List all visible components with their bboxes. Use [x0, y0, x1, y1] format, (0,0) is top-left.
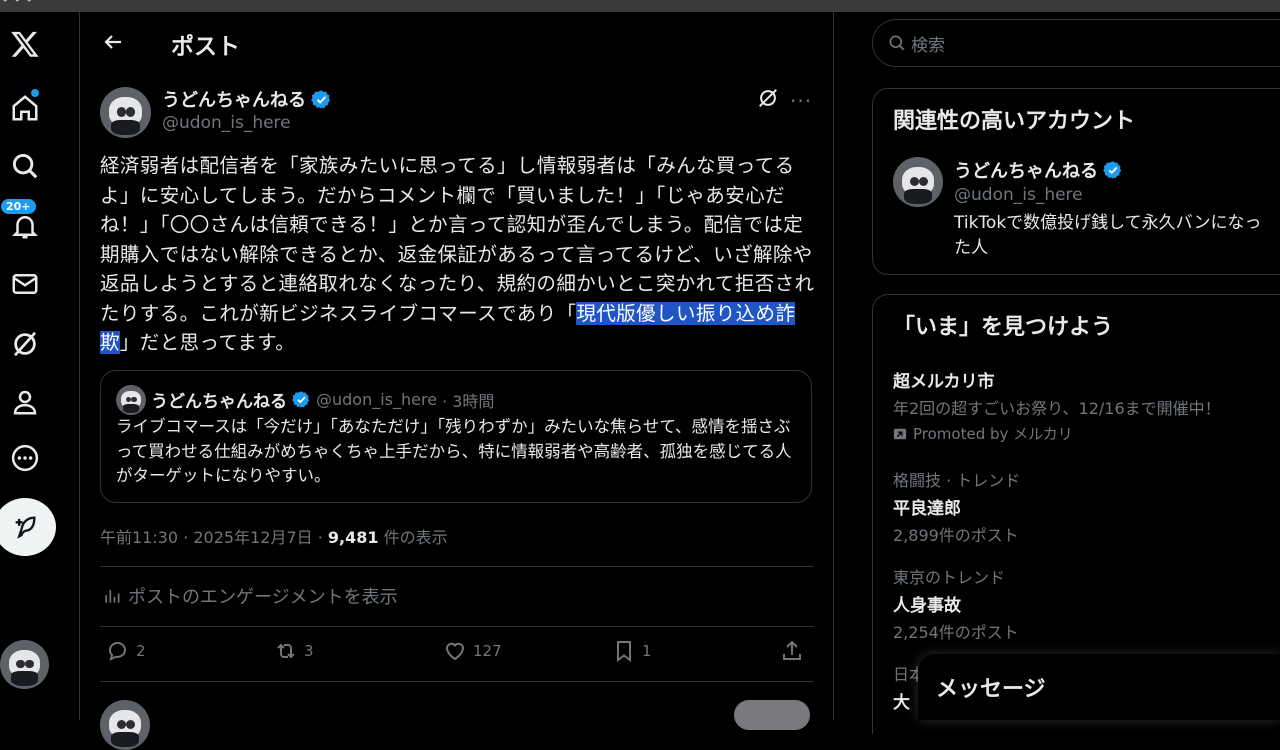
notifications-badge: 20+ — [0, 198, 37, 215]
trend-item[interactable]: 格闘技 · トレンド 平良達郎 2,899件のポスト — [893, 467, 1280, 546]
relevant-accounts-title: 関連性の高いアカウント — [893, 109, 1136, 134]
x-logo-icon[interactable] — [0, 22, 50, 66]
home-icon[interactable] — [0, 86, 50, 130]
post-detail-column: ポスト うどんちゃんねる @udon_is_here ··· 経済弱者は配信者を… — [81, 12, 834, 750]
search-box[interactable]: 検索 — [872, 19, 1280, 67]
bookmark-button[interactable]: 1 — [612, 639, 652, 663]
trends-title: 「いま」を見つけよう — [893, 315, 1114, 340]
promoted-by-text: Promoted by メルカリ — [913, 425, 1073, 443]
reply-count: 2 — [136, 642, 146, 660]
author-avatar[interactable] — [100, 87, 151, 138]
reply-submit-button[interactable] — [734, 700, 810, 730]
repost-button[interactable]: 3 — [274, 639, 314, 663]
bookmark-count: 1 — [642, 642, 652, 660]
quoted-post[interactable]: うどんちゃんねる @udon_is_here · 3時間 ライブコマースは「今だ… — [100, 370, 812, 503]
trend-description: 年2回の超すごいお祭り、12/16まで開催中！ — [893, 399, 1221, 418]
trend-item[interactable]: 超メルカリ市 年2回の超すごいお祭り、12/16まで開催中！ Promoted … — [893, 367, 1280, 444]
relevant-account-name-text[interactable]: うどんちゃんねる — [954, 157, 1098, 183]
bio-line-1: TikTokで数億投げ銭して永久バンになっ — [954, 213, 1262, 233]
page-title: ポスト — [171, 34, 240, 60]
feather-plus-icon — [15, 516, 36, 539]
post-text: 経済弱者は配信者を「家族みたいに思ってる」し情報弱者は「みんな買ってるよ」に安心… — [100, 151, 816, 358]
quote-author-avatar — [116, 385, 146, 415]
share-button[interactable] — [780, 639, 804, 663]
repost-count: 3 — [304, 642, 314, 660]
author-name-text[interactable]: うどんちゃんねる — [162, 86, 306, 112]
trend-post-count: 2,254件のポスト — [893, 623, 1019, 642]
post-meta: 午前11:30 · 2025年12月7日 · 9,481 件の表示 — [100, 524, 448, 548]
quote-time: · 3時間 — [442, 391, 495, 411]
right-sidebar: 検索 関連性の高いアカウント うどんちゃんねる @udon_is_here Ti… — [834, 12, 1280, 734]
home-notification-dot — [31, 89, 39, 97]
like-count: 127 — [473, 642, 502, 660]
author-handle[interactable]: @udon_is_here — [162, 113, 291, 133]
more-options-icon[interactable]: ··· — [790, 89, 812, 113]
post-timestamp[interactable]: 午前11:30 · 2025年12月7日 · — [100, 528, 328, 547]
promoted-label: Promoted by メルカリ — [893, 423, 1280, 444]
messages-drawer[interactable]: メッセージ — [918, 654, 1280, 720]
mail-icon[interactable] — [0, 262, 50, 306]
more-circle-icon[interactable] — [0, 436, 50, 480]
trend-name: 超メルカリ市 — [893, 372, 995, 392]
post-actions: 2 3 127 1 — [100, 639, 814, 669]
heart-icon — [445, 642, 465, 661]
quote-author-name: うどんちゃんねる — [151, 392, 287, 412]
verified-badge-icon — [1103, 160, 1123, 180]
notifications-bell-icon[interactable]: 20+ — [0, 198, 50, 248]
author-name[interactable]: うどんちゃんねる — [162, 86, 332, 112]
trend-category: 東京のトレンド — [893, 568, 1006, 587]
back-arrow-icon[interactable] — [101, 30, 125, 54]
profile-icon[interactable] — [0, 380, 50, 424]
search-placeholder[interactable]: 検索 — [911, 31, 945, 56]
account-avatar[interactable] — [0, 640, 49, 689]
view-engagement-label[interactable]: ポストのエンゲージメントを表示 — [128, 583, 398, 609]
search-icon — [889, 35, 905, 51]
grok-explain-icon[interactable] — [757, 87, 779, 109]
relevant-account-bio: TikTokで数億投げ銭して永久バンになっ た人 — [954, 211, 1280, 261]
like-button[interactable]: 127 — [443, 639, 502, 663]
view-count-label: 件の表示 — [378, 528, 448, 547]
relevant-accounts-card: 関連性の高いアカウント うどんちゃんねる @udon_is_here TikTo… — [872, 88, 1280, 275]
view-count: 9,481 — [327, 528, 379, 547]
divider — [100, 626, 814, 627]
quote-header: うどんちゃんねる @udon_is_here · 3時間 — [151, 387, 494, 412]
trend-category: 格闘技 · トレンド — [893, 471, 1021, 490]
reply-composer-avatar — [100, 700, 150, 750]
relevant-account-name[interactable]: うどんちゃんねる — [954, 157, 1123, 183]
view-engagement-link[interactable]: ポストのエンゲージメントを表示 — [102, 583, 398, 609]
divider — [100, 566, 814, 567]
trend-post-count: 2,899件のポスト — [893, 526, 1019, 545]
quote-text: ライブコマースは「今だけ」「あなただけ」「残りわずか」みたいな焦らせて、感情を揺… — [116, 417, 792, 485]
window-top-bar: • • • — [0, 0, 1280, 12]
post-text-part-end: 」だと思ってます。 — [119, 331, 296, 354]
quote-author-handle: @udon_is_here — [316, 390, 438, 409]
messages-drawer-title[interactable]: メッセージ — [936, 671, 1046, 703]
relevant-account-avatar[interactable] — [893, 157, 943, 207]
share-icon — [783, 640, 801, 660]
trend-name: 平良達郎 — [893, 499, 961, 519]
reply-button[interactable]: 2 — [106, 639, 146, 663]
analytics-icon — [105, 590, 120, 603]
bookmark-icon — [617, 641, 631, 662]
post-text-part: 経済弱者は配信者を「家族みたいに思ってる」し情報弱者は「みんな買ってるよ」に安心… — [100, 154, 815, 325]
trend-name: 人身事故 — [893, 596, 961, 616]
verified-badge-icon — [292, 390, 311, 409]
search-icon[interactable] — [0, 144, 50, 188]
bio-line-2: た人 — [954, 238, 988, 258]
promoted-icon — [893, 428, 907, 439]
reply-icon — [109, 642, 127, 661]
grok-icon[interactable] — [0, 322, 50, 366]
compose-post-button[interactable] — [0, 498, 56, 556]
verified-badge-icon — [311, 89, 332, 110]
left-nav: 20+ — [0, 12, 80, 720]
divider — [100, 681, 814, 682]
trend-item[interactable]: 東京のトレンド 人身事故 2,254件のポスト ··· — [893, 564, 1280, 643]
relevant-account-handle[interactable]: @udon_is_here — [954, 185, 1083, 205]
repost-icon — [277, 643, 295, 659]
